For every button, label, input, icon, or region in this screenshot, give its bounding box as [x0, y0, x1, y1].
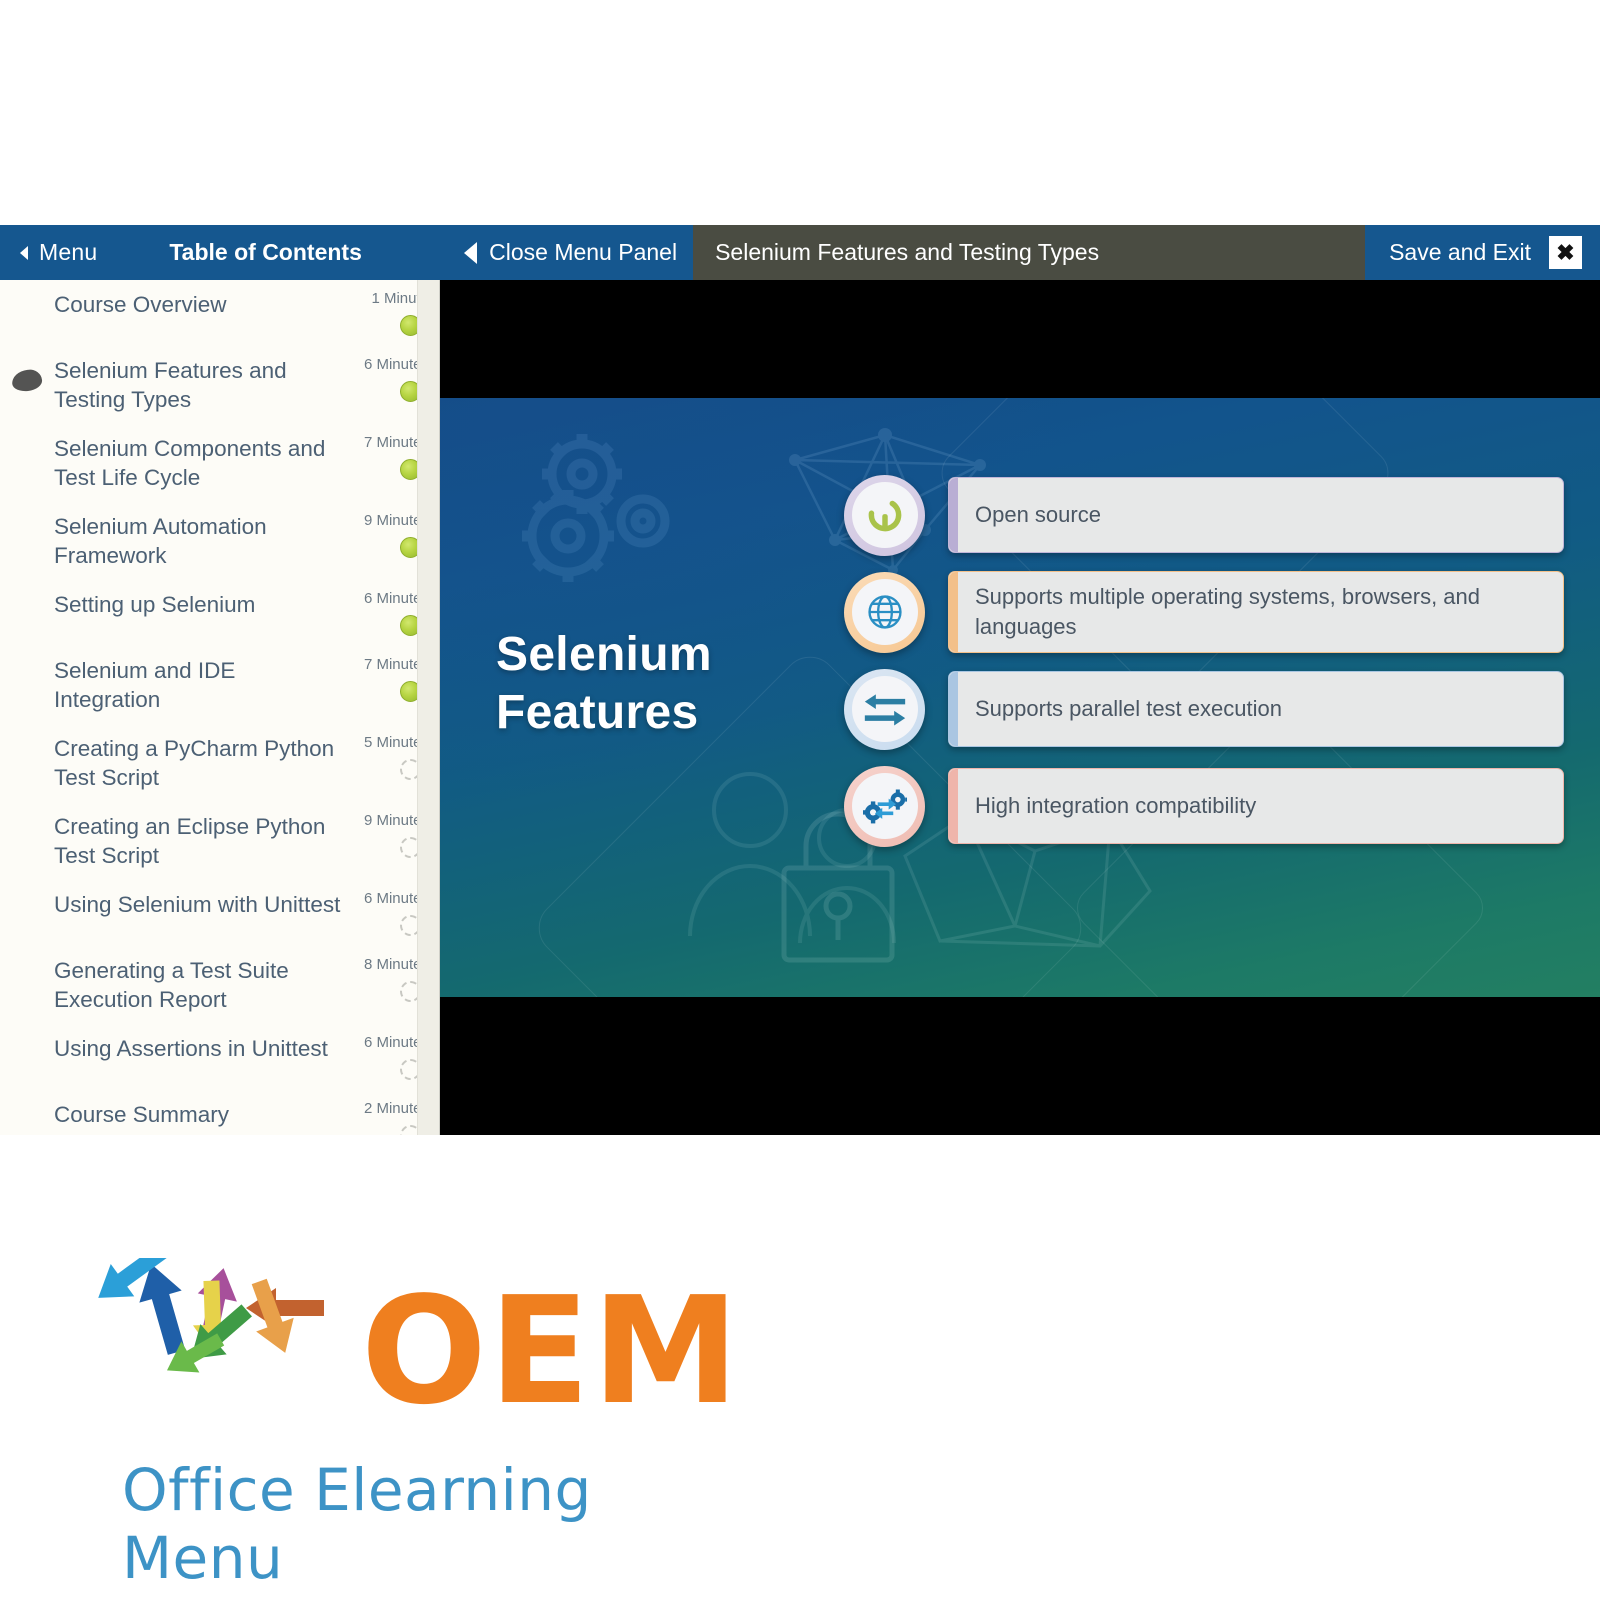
chevron-left-icon [20, 245, 28, 260]
toc-item-marker [0, 434, 54, 492]
globe-icon-glyph [851, 579, 918, 645]
toc-item-marker [0, 1034, 54, 1080]
toc-item-label: Selenium and IDE Integration [54, 658, 236, 712]
gears-watermark [510, 416, 700, 591]
player-top-bar: Menu Table of Contents Close Menu Panel … [0, 225, 1600, 280]
table-of-contents-panel[interactable]: Course Overview 1 Minute Selenium Features… [0, 280, 440, 1135]
current-slide-title: Selenium Features and Testing Types [715, 239, 1100, 265]
toc-item-label: Course Summary [54, 1102, 230, 1127]
toc-item-marker [0, 956, 54, 1014]
feature-text-box: Supports parallel test execution [948, 671, 1564, 747]
feature-row: Supports parallel test execution [844, 668, 1564, 750]
toc-item-label: Creating an Eclipse Python Test Script [54, 814, 326, 868]
slide-heading-line-2: Features [496, 686, 699, 739]
table-of-contents-title: Table of Contents [149, 225, 382, 280]
toc-item-marker [0, 734, 54, 792]
feature-row: Supports multiple operating systems, bro… [844, 571, 1564, 653]
toc-item[interactable]: Setting up Selenium 6 Minutes [0, 580, 439, 646]
toc-item-list: Course Overview 1 Minute Selenium Features… [0, 280, 439, 1135]
toc-item-marker [0, 890, 54, 936]
close-menu-panel-button[interactable]: Close Menu Panel [450, 225, 693, 280]
toc-item-label: Setting up Selenium [54, 592, 256, 617]
toc-item[interactable]: Selenium Components and Test Life Cycle 7… [0, 424, 439, 502]
feature-text-box: High integration compatibility [948, 768, 1564, 844]
toc-item[interactable]: Generating a Test Suite Execution Report… [0, 946, 439, 1024]
toc-item-label: Course Overview [54, 292, 227, 317]
toc-item[interactable]: Using Assertions in Unittest 6 Minutes [0, 1024, 439, 1090]
toc-item[interactable]: Selenium Features and Testing Types 6 Min… [0, 346, 439, 424]
feature-row: Open source [844, 474, 1564, 556]
feature-text: Supports parallel test execution [975, 696, 1282, 721]
toc-item[interactable]: Using Selenium with Unittest 6 Minutes [0, 880, 439, 946]
feature-text: Open source [975, 502, 1101, 527]
current-item-pointer-icon [10, 368, 44, 393]
toc-scrollbar[interactable] [417, 280, 439, 1135]
oem-logo-tagline: Office Elearning Menu [122, 1456, 592, 1592]
toc-item-marker [0, 812, 54, 870]
save-and-exit-label: Save and Exit [1389, 239, 1531, 265]
toc-item[interactable]: Selenium Automation Framework 9 Minutes [0, 502, 439, 580]
toc-item[interactable]: Creating an Eclipse Python Test Script 9 … [0, 802, 439, 880]
feature-list: Open source Supports multiple operating s… [844, 474, 1564, 865]
globe-icon [844, 571, 925, 653]
oem-logo-wordmark: OEM [361, 1265, 742, 1437]
slide-heading-line-1: Selenium [496, 628, 712, 681]
feature-text: Supports multiple operating systems, bro… [975, 584, 1481, 639]
open-source-icon-glyph [851, 482, 918, 548]
toc-item-label: Generating a Test Suite Execution Report [54, 958, 289, 1012]
toc-item[interactable]: Course Overview 1 Minute [0, 280, 439, 346]
feature-text: High integration compatibility [975, 793, 1257, 818]
toc-item-label: Creating a PyCharm Python Test Script [54, 736, 335, 790]
toc-item-marker [0, 356, 54, 414]
parallel-arrows-icon-glyph [851, 676, 918, 742]
toc-item-label: Using Selenium with Unittest [54, 892, 341, 917]
course-player: Menu Table of Contents Close Menu Panel … [0, 225, 1600, 1135]
toc-item-marker [0, 590, 54, 636]
toc-item-label: Using Assertions in Unittest [54, 1036, 328, 1061]
triangle-left-icon [464, 241, 478, 264]
toc-item-marker [0, 1100, 54, 1135]
slide-stage: Selenium Features Open source Supports mu… [440, 280, 1600, 1135]
gears-integration-icon [844, 765, 925, 847]
slide-heading: Selenium Features [496, 626, 712, 742]
toc-item[interactable]: Creating a PyCharm Python Test Script 5 M… [0, 724, 439, 802]
gears-integration-icon-glyph [851, 773, 918, 839]
table-of-contents-label: Table of Contents [169, 239, 362, 265]
arrow-swirl-icon [98, 1258, 324, 1373]
menu-button-label: Menu [39, 239, 98, 265]
open-source-icon [844, 474, 925, 556]
current-slide-title-bar: Selenium Features and Testing Types [693, 225, 1366, 280]
toc-item-label: Selenium Features and Testing Types [54, 358, 287, 412]
menu-button[interactable]: Menu [0, 225, 119, 280]
feature-text-box: Supports multiple operating systems, bro… [948, 571, 1564, 653]
save-and-exit-button[interactable]: Save and Exit ✖ [1365, 225, 1600, 280]
letterbox-top [440, 280, 1600, 398]
feature-text-box: Open source [948, 477, 1564, 553]
close-menu-panel-label: Close Menu Panel [489, 239, 678, 265]
feature-row: High integration compatibility [844, 765, 1564, 847]
toc-item-marker [0, 656, 54, 714]
toc-item[interactable]: Course Summary 2 Minutes [0, 1090, 439, 1135]
letterbox-bottom [440, 997, 1600, 1135]
oem-logo: OEM Office Elearning Menu [86, 1258, 746, 1592]
toc-item[interactable]: Selenium and IDE Integration 7 Minutes [0, 646, 439, 724]
close-icon[interactable]: ✖ [1549, 236, 1582, 269]
toc-item-label: Selenium Components and Test Life Cycle [54, 436, 326, 490]
slide-canvas: Selenium Features Open source Supports mu… [440, 398, 1600, 997]
toc-item-marker [0, 290, 54, 336]
parallel-arrows-icon [844, 668, 925, 750]
toc-item-marker [0, 512, 54, 570]
toc-item-label: Selenium Automation Framework [54, 514, 267, 568]
